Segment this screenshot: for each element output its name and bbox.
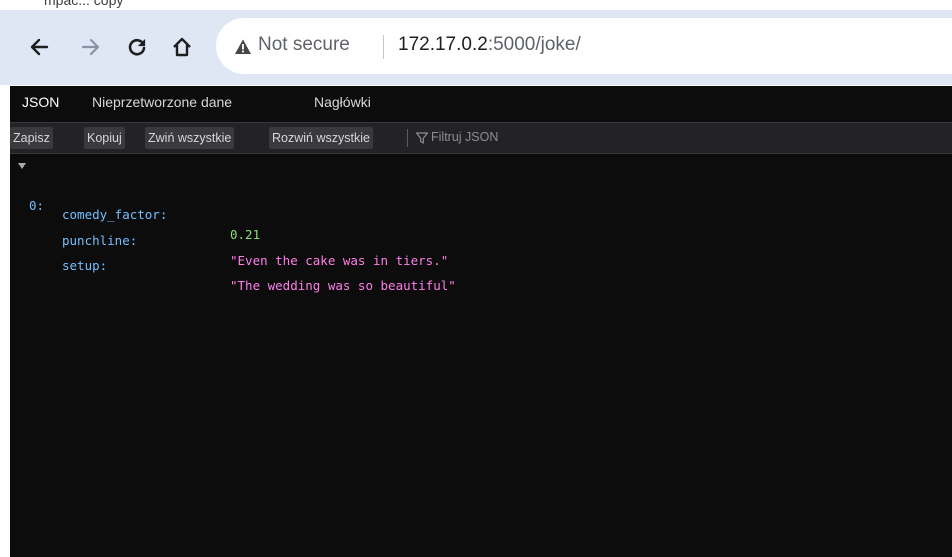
url-text[interactable]: 172.17.0.2:5000/joke/: [398, 34, 581, 56]
home-icon: [173, 37, 191, 57]
tree-row[interactable]: punchline: "Even the cake was in tiers.": [62, 211, 448, 268]
top-cut-text: mpac... copy: [44, 0, 124, 8]
json-value: 0.21: [230, 227, 261, 242]
reload-button[interactable]: [122, 32, 152, 62]
url-path: :5000/joke/: [487, 34, 581, 55]
tab-headers[interactable]: Nagłówki: [314, 94, 371, 110]
copy-button[interactable]: Kopiuj: [84, 127, 125, 149]
tab-json[interactable]: JSON: [22, 94, 59, 110]
collapse-all-button[interactable]: Zwiń wszystkie: [145, 127, 235, 149]
browser-toolbar: Not secure 172.17.0.2:5000/joke/: [0, 10, 952, 85]
back-button[interactable]: [24, 32, 54, 62]
tab-raw-data[interactable]: Nieprzetworzone dane: [92, 94, 232, 110]
json-key: setup:: [62, 258, 108, 273]
tree-row[interactable]: comedy_factor: 0.21: [62, 185, 260, 242]
security-label[interactable]: Not secure: [258, 34, 350, 56]
filter-json-input[interactable]: Filtruj JSON: [431, 130, 498, 144]
address-separator: [383, 35, 384, 59]
address-bar[interactable]: Not secure 172.17.0.2:5000/joke/: [216, 18, 952, 74]
forward-button[interactable]: [76, 32, 106, 62]
json-viewer: JSON Nieprzetworzone dane Nagłówki Zapis…: [10, 86, 952, 557]
url-host: 172.17.0.2: [398, 34, 488, 55]
back-arrow-icon: [30, 38, 49, 56]
expand-all-button[interactable]: Rozwiń wszystkie: [269, 127, 373, 149]
json-toolbar: Zapisz Kopiuj Zwiń wszystkie Rozwiń wszy…: [10, 123, 952, 154]
tree-row[interactable]: setup: "The wedding was so beautiful": [62, 236, 456, 293]
json-value: "Even the cake was in tiers.": [230, 253, 449, 268]
expand-twisty-icon[interactable]: [18, 163, 26, 169]
viewer-tabs: JSON Nieprzetworzone dane Nagłówki: [10, 86, 952, 123]
json-value: "The wedding was so beautiful": [230, 278, 456, 293]
warning-icon[interactable]: [234, 38, 252, 56]
filter-icon: [415, 132, 429, 144]
reload-icon: [128, 38, 146, 56]
save-button[interactable]: Zapisz: [10, 127, 53, 149]
root-label: 0:: [29, 198, 45, 213]
toolbar-separator: [407, 129, 408, 147]
forward-arrow-icon: [81, 38, 100, 56]
home-button[interactable]: [167, 32, 197, 62]
tree-root-row[interactable]: 0:: [10, 156, 210, 213]
